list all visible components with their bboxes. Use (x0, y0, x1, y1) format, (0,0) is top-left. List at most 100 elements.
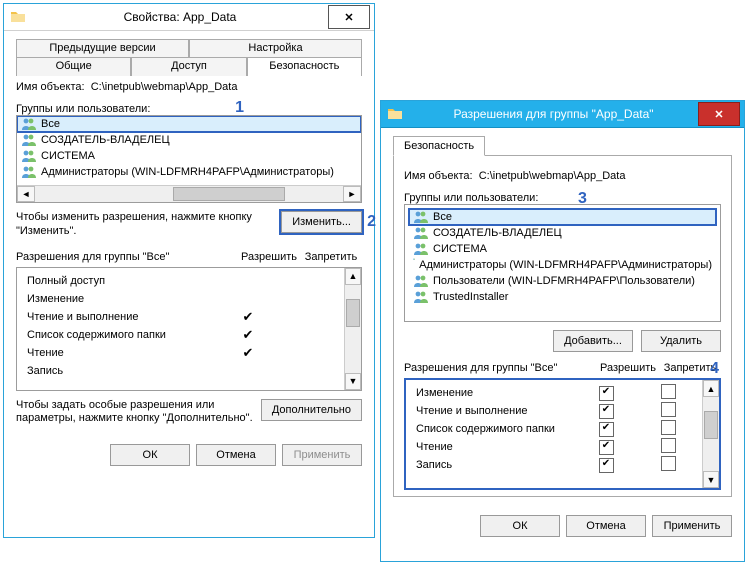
permissions-window: Разрешения для группы "App_Data" ✕ Безоп… (380, 100, 745, 562)
group-name: Все (433, 211, 452, 223)
group-item[interactable]: СОЗДАТЕЛЬ-ВЛАДЕЛЕЦ (17, 132, 361, 148)
permission-row: Запись (23, 362, 341, 380)
edit-button[interactable]: Изменить... (281, 211, 362, 233)
group-name: Все (41, 118, 60, 130)
groups-label: Группы или пользователи: (404, 192, 721, 204)
folder-icon (387, 106, 403, 122)
allow-header: Разрешить (597, 362, 659, 374)
perm-group-label: Разрешения для группы "Все" (404, 362, 597, 374)
annotation-4: 4 (710, 360, 719, 378)
perm-name: Запись (412, 459, 575, 471)
apply-button[interactable]: Применить (652, 515, 732, 537)
tab-security[interactable]: Безопасность (393, 136, 485, 156)
users-icon (21, 165, 37, 179)
remove-button[interactable]: Удалить (641, 330, 721, 352)
group-item[interactable]: Администраторы (WIN-LDFMRH4PAFP\Админист… (409, 257, 716, 273)
window-title: Разрешения для группы "App_Data" (409, 107, 698, 121)
ok-button[interactable]: ОК (480, 515, 560, 537)
permission-row: Список содержимого папки✔ (23, 326, 341, 344)
add-button[interactable]: Добавить... (553, 330, 633, 352)
deny-header: Запретить (300, 251, 362, 263)
users-icon (21, 133, 37, 147)
group-item[interactable]: СИСТЕМА (17, 148, 361, 164)
tab-customize[interactable]: Настройка (189, 39, 362, 58)
allow-checkbox[interactable] (575, 386, 637, 401)
group-name: СОЗДАТЕЛЬ-ВЛАДЕЛЕЦ (433, 227, 562, 239)
permission-row: Запись (412, 456, 699, 474)
scroll-left-icon[interactable]: ◄ (17, 186, 35, 202)
annotation-2: 2 (367, 213, 376, 231)
tabs: Предыдущие версии Настройка Общие Доступ… (16, 39, 362, 75)
perm-name: Чтение и выполнение (23, 311, 217, 323)
permission-row: Изменение (23, 290, 341, 308)
scrollbar-vertical[interactable]: ▲ ▼ (344, 268, 361, 390)
tab-sharing[interactable]: Доступ (131, 57, 246, 76)
annotation-1: 1 (235, 99, 244, 117)
group-item[interactable]: Пользователи (WIN-LDFMRH4PAFP\Пользовате… (409, 273, 716, 289)
perm-name: Список содержимого папки (23, 329, 217, 341)
close-button[interactable]: ✕ (328, 5, 370, 29)
perm-name: Изменение (23, 293, 217, 305)
scroll-right-icon[interactable]: ► (343, 186, 361, 202)
scrollbar-horizontal[interactable]: ◄ ► (17, 185, 361, 202)
group-name: СИСТЕМА (433, 243, 487, 255)
groups-listbox[interactable]: Все СОЗДАТЕЛЬ-ВЛАДЕЛЕЦ СИСТЕМА Администрато… (404, 204, 721, 322)
group-item[interactable]: Все (17, 116, 361, 132)
close-button[interactable]: ✕ (698, 102, 740, 126)
group-item[interactable]: TrustedInstaller (409, 289, 716, 305)
allow-checkbox[interactable] (575, 404, 637, 419)
scroll-down-icon[interactable]: ▼ (345, 373, 361, 390)
perm-name: Чтение (23, 347, 217, 359)
group-item[interactable]: СИСТЕМА (409, 241, 716, 257)
deny-checkbox[interactable] (637, 438, 699, 456)
annotation-3: 3 (578, 190, 587, 208)
scrollbar-thumb[interactable] (173, 187, 285, 201)
advanced-button[interactable]: Дополнительно (261, 399, 362, 421)
group-item[interactable]: СОЗДАТЕЛЬ-ВЛАДЕЛЕЦ (409, 225, 716, 241)
allow-checkbox[interactable] (575, 422, 637, 437)
scrollbar-thumb[interactable] (704, 411, 718, 439)
tab-general[interactable]: Общие (16, 57, 131, 76)
cancel-button[interactable]: Отмена (196, 444, 276, 466)
allow-mark: ✔ (217, 328, 279, 341)
group-item[interactable]: Администраторы (WIN-LDFMRH4PAFP\Админист… (17, 164, 361, 180)
scrollbar-vertical[interactable]: ▲ ▼ (702, 380, 719, 488)
perm-name: Список содержимого папки (412, 423, 575, 435)
ok-button[interactable]: ОК (110, 444, 190, 466)
properties-window: Свойства: App_Data ✕ Предыдущие версии Н… (3, 3, 375, 538)
cancel-button[interactable]: Отмена (566, 515, 646, 537)
titlebar[interactable]: Свойства: App_Data ✕ (4, 4, 374, 31)
users-icon (413, 226, 429, 240)
perm-name: Изменение (412, 387, 575, 399)
titlebar[interactable]: Разрешения для группы "App_Data" ✕ (381, 101, 744, 128)
deny-checkbox[interactable] (637, 420, 699, 438)
groups-listbox[interactable]: Все СОЗДАТЕЛЬ-ВЛАДЕЛЕЦ СИСТЕМА Администрато… (16, 115, 362, 203)
tab-security[interactable]: Безопасность (247, 57, 362, 76)
permission-row: Чтение и выполнение (412, 402, 699, 420)
window-title: Свойства: App_Data (32, 10, 328, 24)
advanced-note: Чтобы задать особые разрешения или парам… (16, 399, 253, 427)
tab-prev-versions[interactable]: Предыдущие версии (16, 39, 189, 58)
scroll-up-icon[interactable]: ▲ (703, 380, 719, 397)
folder-icon (10, 9, 26, 25)
object-label: Имя объекта: (16, 81, 85, 93)
perm-name: Чтение (412, 441, 575, 453)
permission-row: Чтение✔ (23, 344, 341, 362)
allow-mark: ✔ (217, 310, 279, 323)
users-icon (413, 258, 415, 272)
scroll-down-icon[interactable]: ▼ (703, 471, 719, 488)
groups-label: Группы или пользователи: (16, 103, 362, 115)
scroll-up-icon[interactable]: ▲ (345, 268, 361, 285)
deny-checkbox[interactable] (637, 456, 699, 474)
allow-checkbox[interactable] (575, 458, 637, 473)
apply-button[interactable]: Применить (282, 444, 362, 466)
deny-checkbox[interactable] (637, 402, 699, 420)
scrollbar-thumb[interactable] (346, 299, 360, 327)
permission-row: Чтение и выполнение✔ (23, 308, 341, 326)
permission-row: Полный доступ (23, 272, 341, 290)
group-item[interactable]: Все (409, 209, 716, 225)
allow-header: Разрешить (238, 251, 300, 263)
deny-checkbox[interactable] (637, 384, 699, 402)
group-name: СИСТЕМА (41, 150, 95, 162)
allow-checkbox[interactable] (575, 440, 637, 455)
